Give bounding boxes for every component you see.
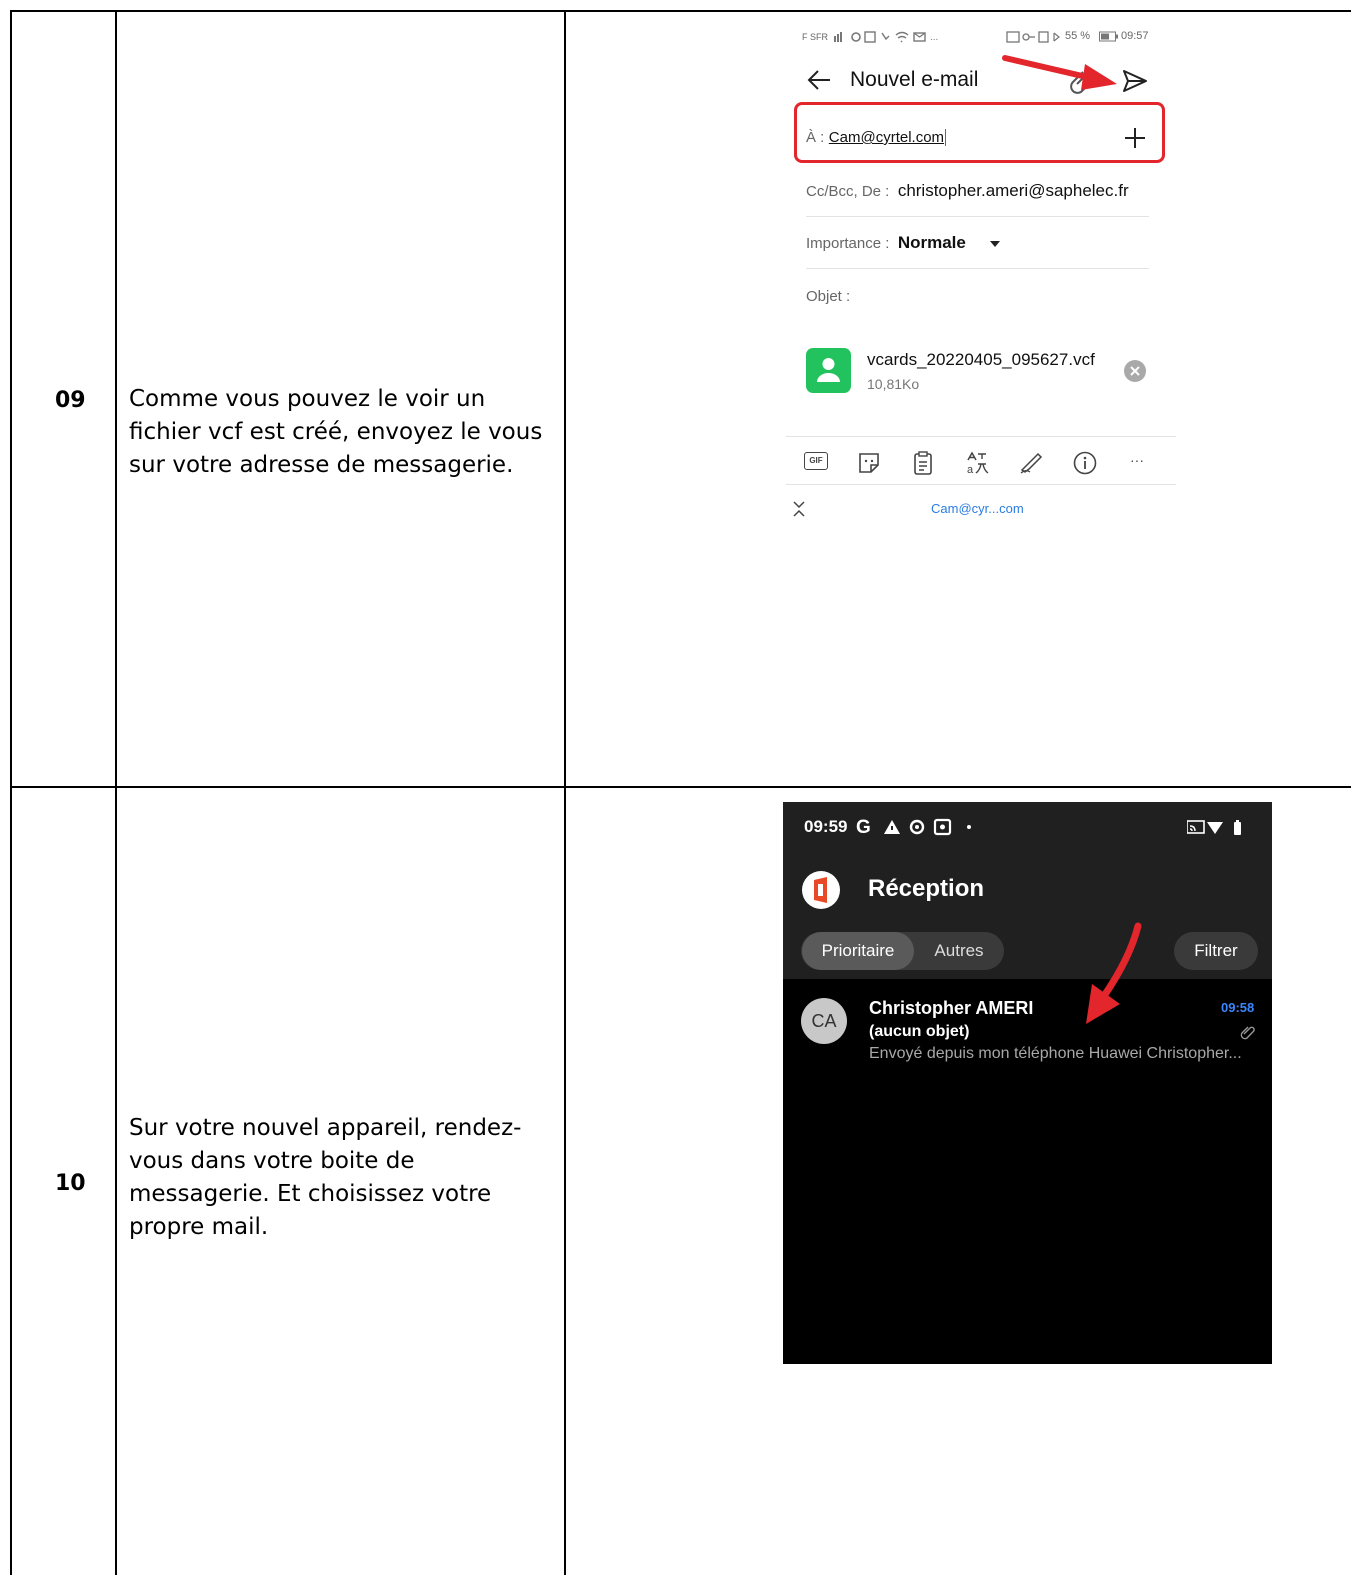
table-column-divider-1 — [115, 10, 117, 1575]
gif-button[interactable]: GIF — [804, 452, 828, 470]
status-icons-right — [1006, 31, 1060, 43]
svg-text:...: ... — [930, 32, 938, 43]
status-icons-right — [1187, 820, 1241, 835]
filter-button[interactable]: Filtrer — [1174, 932, 1258, 970]
info-icon[interactable] — [1072, 450, 1098, 476]
to-label: À : — [806, 129, 825, 146]
table-border-top — [10, 10, 1351, 12]
attachment-icon — [1240, 1026, 1255, 1040]
cc-field[interactable]: Cc/Bcc, De : christopher.ameri@saphelec.… — [806, 181, 1129, 201]
table-column-divider-2 — [564, 10, 566, 1575]
clipboard-icon[interactable] — [910, 450, 936, 476]
inbox-screenshot: 09:59 G Réception Prioritaire Autres Fil… — [783, 802, 1272, 1364]
recipient-suggestion[interactable]: Cam@cyr...com — [931, 501, 1024, 516]
step-instruction: Sur votre nouvel appareil, rendez-vous d… — [129, 1115, 522, 1240]
remove-attachment-icon[interactable] — [1123, 359, 1147, 383]
importance-label: Importance : — [806, 235, 890, 252]
svg-text:a: a — [967, 464, 974, 476]
divider — [786, 484, 1176, 485]
add-recipient-icon[interactable] — [1123, 126, 1147, 150]
sender-name: Christopher AMERI — [869, 998, 1034, 1018]
svg-text:G: G — [856, 817, 871, 837]
battery-icon — [1099, 31, 1118, 42]
importance-value: Normale — [897, 233, 966, 252]
divider — [806, 268, 1149, 269]
status-icons-left: G — [856, 817, 971, 837]
message-subject: (aucun objet) — [869, 1023, 970, 1040]
highlight-arrow-send — [1002, 55, 1117, 90]
tab-autres[interactable]: Autres — [921, 932, 997, 970]
tab-prioritaire[interactable]: Prioritaire — [802, 932, 914, 970]
sticker-icon[interactable] — [856, 450, 882, 476]
message-row[interactable]: CA Christopher AMERI (aucun objet) Envoy… — [783, 986, 1272, 1076]
table-border-left — [10, 10, 12, 1575]
status-icons-left: ... — [834, 31, 938, 43]
more-options-button[interactable]: ··· — [1130, 452, 1144, 468]
compose-title: Nouvel e-mail — [850, 68, 979, 91]
table-row-divider — [10, 786, 1351, 788]
step-instruction: Comme vous pouvez le voir un fichier vcf… — [129, 386, 543, 478]
step-number: 09 — [55, 388, 86, 413]
status-battery: 55 % — [1065, 30, 1091, 42]
compose-email-screenshot: F SFR ... 55 % 09:57 Nouvel e-mail À : C… — [786, 22, 1176, 527]
recipient-field[interactable]: À : Cam@cyrtel.com — [806, 129, 947, 147]
status-time: 09:57 — [1121, 30, 1149, 42]
cc-label: Cc/Bcc, De : — [806, 183, 890, 200]
step-number: 10 — [55, 1171, 86, 1196]
status-time: 09:59 — [804, 817, 848, 836]
importance-field[interactable]: Importance : Normale — [806, 233, 966, 253]
translate-icon[interactable]: a — [964, 450, 990, 476]
back-arrow-icon[interactable] — [806, 69, 832, 91]
avatar: CA — [801, 998, 847, 1044]
signature-icon[interactable] — [1018, 450, 1044, 476]
divider — [806, 216, 1149, 217]
office-logo-icon — [802, 871, 840, 909]
message-time: 09:58 — [1221, 1000, 1255, 1015]
attachment-name: vcards_20220405_095627.vcf — [867, 350, 1095, 369]
to-value: Cam@cyrtel.com — [828, 129, 947, 146]
inbox-title: Réception — [868, 875, 985, 902]
highlight-arrow-message — [1086, 922, 1142, 1024]
attachment-size: 10,81Ko — [867, 376, 920, 392]
send-icon[interactable] — [1121, 68, 1149, 94]
cc-value: christopher.ameri@saphelec.fr — [897, 181, 1129, 200]
dropdown-caret-icon[interactable] — [989, 240, 1001, 248]
collapse-icon[interactable] — [792, 500, 806, 518]
message-preview: Envoyé depuis mon téléphone Huawei Chris… — [869, 1045, 1242, 1062]
subject-label[interactable]: Objet : — [806, 288, 850, 305]
divider — [786, 436, 1176, 437]
contact-file-icon — [806, 348, 851, 393]
status-carrier: F SFR — [802, 32, 828, 42]
